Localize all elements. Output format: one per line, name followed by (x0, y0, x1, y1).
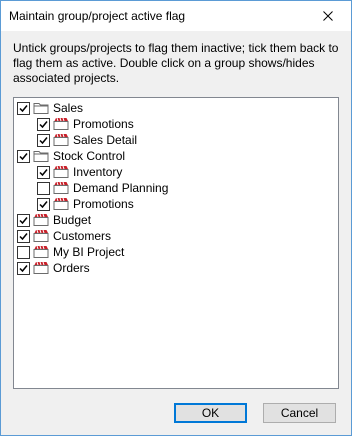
tree-project-item[interactable]: My BI Project (17, 244, 124, 260)
tree-item-label: Sales (53, 101, 84, 115)
tree-project-item[interactable]: Promotions (37, 196, 134, 212)
folder-icon (33, 149, 49, 163)
project-icon (53, 133, 69, 147)
checkbox[interactable] (37, 133, 50, 147)
tree-project-item[interactable]: Budget (17, 212, 91, 228)
tree-item-label: Customers (53, 229, 112, 243)
checkbox[interactable] (17, 213, 30, 227)
tree-item-label: Promotions (73, 197, 134, 211)
checkbox[interactable] (17, 101, 30, 115)
tree-item-label: Budget (53, 213, 92, 227)
checkbox[interactable] (37, 117, 50, 131)
checkbox[interactable] (17, 149, 30, 163)
tree-project-item[interactable]: Inventory (37, 164, 122, 180)
checkbox[interactable] (17, 245, 30, 259)
folder-icon (33, 101, 49, 115)
project-icon (33, 245, 49, 259)
tree-project-item[interactable]: Orders (17, 260, 90, 276)
dialog-title: Maintain group/project active flag (9, 9, 186, 23)
checkbox[interactable] (17, 229, 30, 243)
tree-group-item[interactable]: Sales (17, 100, 83, 116)
project-icon (33, 229, 49, 243)
tree-project-item[interactable]: Promotions (37, 116, 134, 132)
tree-item-label: Demand Planning (73, 181, 169, 195)
project-icon (53, 181, 69, 195)
tree-project-item[interactable]: Customers (17, 228, 111, 244)
project-icon (33, 261, 49, 275)
tree-item-label: Inventory (73, 165, 123, 179)
tree-item-label: Stock Control (53, 149, 126, 163)
tree-item-label: Sales Detail (73, 133, 138, 147)
instructions-text: Untick groups/projects to flag them inac… (13, 41, 339, 85)
ok-button[interactable]: OK (174, 403, 247, 423)
checkbox[interactable] (37, 165, 50, 179)
checkbox[interactable] (37, 181, 50, 195)
close-icon (323, 11, 333, 21)
tree-item-label: Orders (53, 261, 90, 275)
dialog-window: Maintain group/project active flag Untic… (0, 0, 352, 436)
cancel-button[interactable]: Cancel (263, 403, 336, 423)
project-icon (53, 197, 69, 211)
tree-item-label: My BI Project (53, 245, 125, 259)
checkbox[interactable] (37, 197, 50, 211)
close-button[interactable] (305, 1, 351, 31)
project-icon (33, 213, 49, 227)
project-icon (53, 165, 69, 179)
tree-group-item[interactable]: Stock Control (17, 148, 125, 164)
title-bar: Maintain group/project active flag (1, 1, 351, 31)
tree-project-item[interactable]: Demand Planning (37, 180, 168, 196)
tree-project-item[interactable]: Sales Detail (37, 132, 137, 148)
checkbox[interactable] (17, 261, 30, 275)
tree-item-label: Promotions (73, 117, 134, 131)
project-icon (53, 117, 69, 131)
group-project-tree[interactable]: Sales Promotions Sales Detail Stock Control… (13, 97, 339, 389)
